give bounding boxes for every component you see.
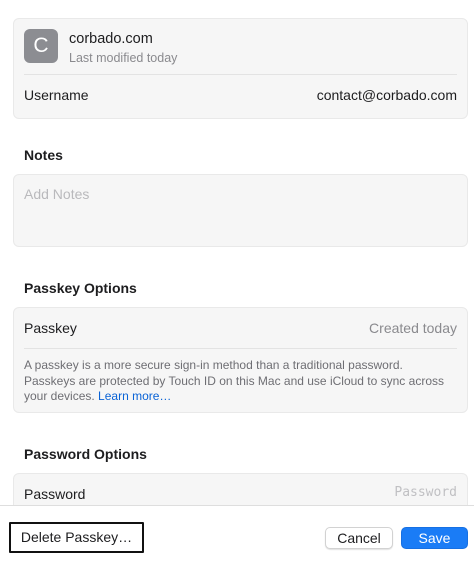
learn-more-link[interactable]: Learn more… [98, 389, 171, 403]
username-label: Username [24, 87, 89, 103]
account-card: C corbado.com Last modified today Userna… [13, 18, 468, 119]
site-avatar: C [24, 29, 58, 63]
passkey-options-card: Passkey Created today A passkey is a mor… [13, 307, 468, 413]
password-label: Password [24, 486, 86, 502]
passkey-created-value: Created today [369, 320, 457, 336]
passkey-label: Passkey [24, 320, 77, 336]
password-options-title: Password Options [24, 446, 147, 462]
notes-input[interactable] [24, 186, 454, 202]
passkey-description: A passkey is a more secure sign-in metho… [24, 358, 456, 405]
save-button[interactable]: Save [401, 527, 468, 549]
username-value[interactable]: contact@corbado.com [317, 87, 457, 103]
divider [24, 74, 457, 75]
notes-card [13, 174, 468, 247]
cancel-button[interactable]: Cancel [325, 527, 393, 549]
bottom-toolbar: Delete Passkey… Cancel Save [0, 505, 474, 565]
delete-passkey-button[interactable]: Delete Passkey… [9, 522, 144, 553]
notes-section-title: Notes [24, 147, 63, 163]
passkey-edit-dialog: C corbado.com Last modified today Userna… [0, 0, 474, 565]
passkey-options-title: Passkey Options [24, 280, 137, 296]
password-input[interactable] [257, 485, 457, 500]
last-modified-text: Last modified today [69, 51, 178, 65]
account-header: C corbado.com Last modified today [24, 29, 454, 73]
passkey-description-text: A passkey is a more secure sign-in metho… [24, 358, 444, 403]
divider [24, 348, 457, 349]
site-name: corbado.com [69, 31, 153, 47]
